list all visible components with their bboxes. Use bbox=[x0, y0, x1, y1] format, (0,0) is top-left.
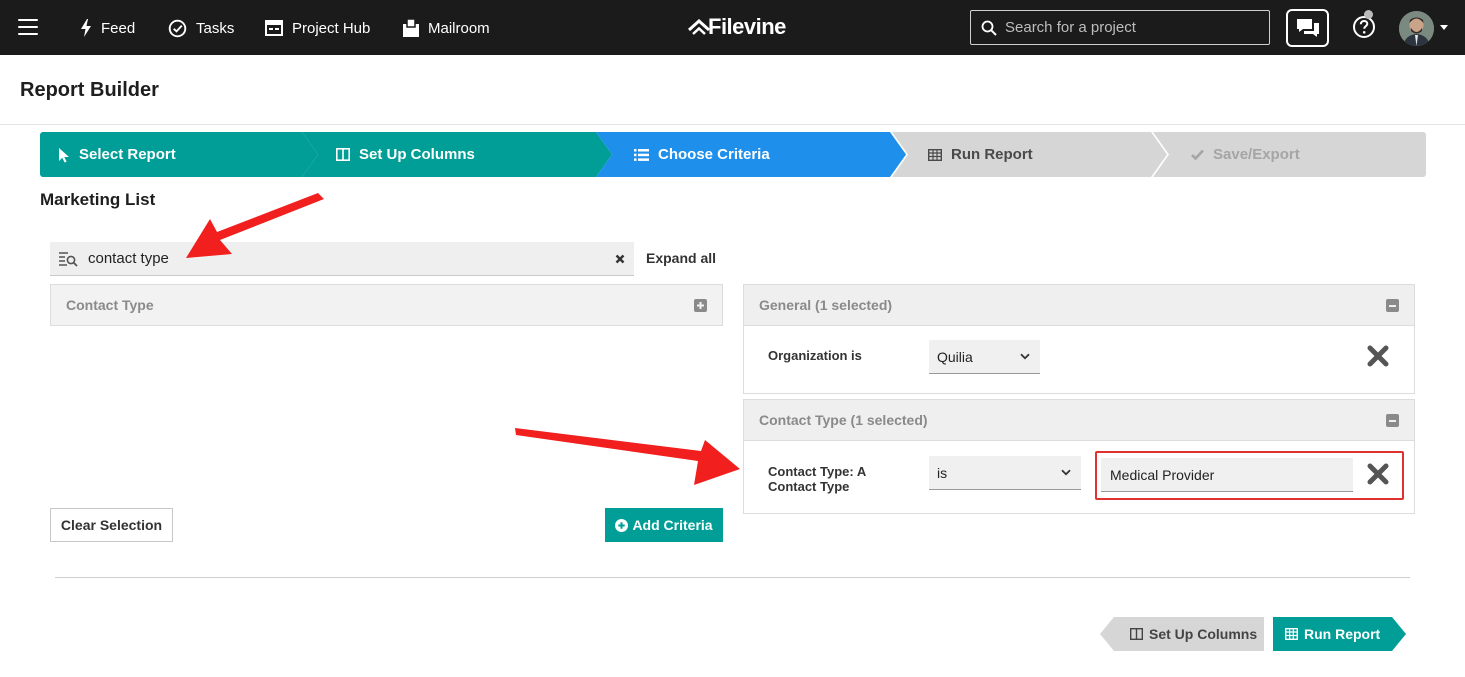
chat-button[interactable] bbox=[1286, 9, 1329, 47]
step-choose-criteria[interactable]: Choose Criteria bbox=[596, 132, 906, 177]
field-group-label: Contact Type bbox=[66, 297, 154, 313]
operator-select[interactable]: is bbox=[929, 456, 1081, 490]
table-icon bbox=[1285, 628, 1298, 640]
brand-name: Filevine bbox=[708, 14, 786, 39]
mailroom-icon bbox=[403, 19, 419, 37]
project-hub-icon bbox=[265, 20, 283, 36]
field-group-contact-type[interactable]: Contact Type bbox=[50, 284, 723, 326]
expand-all-link[interactable]: Expand all bbox=[646, 250, 716, 266]
run-report-label: Run Report bbox=[1304, 626, 1381, 642]
list-icon bbox=[634, 149, 649, 161]
chat-icon bbox=[1296, 19, 1319, 37]
menu-icon[interactable] bbox=[18, 19, 38, 35]
logo-chevron-icon bbox=[688, 19, 710, 35]
field-filter[interactable] bbox=[50, 242, 634, 276]
search-input[interactable] bbox=[1005, 19, 1269, 36]
step-label: Select Report bbox=[79, 146, 176, 163]
avatar-image bbox=[1399, 11, 1434, 46]
report-name: Marketing List bbox=[40, 190, 156, 209]
divider bbox=[0, 124, 1465, 125]
checkmark-icon bbox=[1191, 149, 1204, 160]
user-avatar[interactable] bbox=[1399, 11, 1434, 46]
page-title: Report Builder bbox=[20, 79, 159, 101]
criteria-group-header[interactable]: Contact Type (1 selected) bbox=[744, 400, 1414, 441]
criteria-row: Contact Type: A Contact Type is bbox=[744, 441, 1414, 513]
back-set-up-columns-button[interactable]: Set Up Columns bbox=[1100, 617, 1264, 651]
criteria-group-title: General (1 selected) bbox=[759, 297, 893, 313]
nav-project-hub[interactable]: Project Hub bbox=[265, 17, 370, 39]
step-label: Run Report bbox=[951, 146, 1033, 163]
columns-icon bbox=[1130, 628, 1143, 640]
help-button[interactable] bbox=[1351, 14, 1377, 40]
nav-tasks[interactable]: Tasks bbox=[168, 17, 234, 39]
nav-mailroom[interactable]: Mailroom bbox=[403, 17, 490, 39]
caret-down-icon[interactable] bbox=[1440, 25, 1448, 30]
criteria-label: Organization is bbox=[768, 348, 862, 363]
divider bbox=[55, 577, 1410, 578]
nav-project-hub-label: Project Hub bbox=[292, 19, 371, 37]
wizard-steps: Select Report Set Up Columns Choose Crit… bbox=[40, 132, 1426, 177]
step-run-report[interactable]: Run Report bbox=[892, 132, 1167, 177]
criteria-row: Organization is Quilia bbox=[744, 326, 1414, 393]
columns-icon bbox=[336, 148, 350, 161]
top-nav: Feed Tasks Project Hub Mailroom Filevine bbox=[0, 0, 1465, 55]
cursor-icon bbox=[58, 147, 70, 163]
add-criteria-button[interactable]: Add Criteria bbox=[605, 508, 723, 542]
nav-feed[interactable]: Feed bbox=[80, 17, 135, 39]
minus-square-icon[interactable] bbox=[1386, 298, 1399, 312]
criteria-value-input[interactable] bbox=[1101, 458, 1353, 492]
plus-circle-icon bbox=[615, 518, 629, 532]
add-criteria-label: Add Criteria bbox=[632, 517, 713, 533]
step-save-export: Save/Export bbox=[1153, 132, 1426, 177]
step-label: Choose Criteria bbox=[658, 146, 770, 163]
plus-square-icon[interactable] bbox=[694, 298, 707, 312]
table-icon bbox=[928, 149, 942, 161]
step-select-report[interactable]: Select Report bbox=[40, 132, 318, 177]
remove-criteria-icon[interactable] bbox=[1367, 463, 1389, 485]
criteria-group-general: General (1 selected) Organization is Qui… bbox=[743, 284, 1415, 394]
minus-square-icon[interactable] bbox=[1386, 413, 1399, 427]
lightning-icon bbox=[81, 19, 91, 37]
nav-feed-label: Feed bbox=[101, 19, 136, 37]
close-icon bbox=[615, 254, 625, 263]
clear-selection-button[interactable]: Clear Selection bbox=[50, 508, 173, 542]
criteria-group-title: Contact Type (1 selected) bbox=[759, 412, 928, 428]
nav-tasks-label: Tasks bbox=[196, 19, 235, 37]
filter-input[interactable] bbox=[88, 250, 596, 267]
back-button-label: Set Up Columns bbox=[1149, 626, 1258, 642]
clear-filter-button[interactable] bbox=[606, 242, 634, 276]
remove-criteria-icon[interactable] bbox=[1367, 345, 1389, 367]
criteria-group-contact-type: Contact Type (1 selected) Contact Type: … bbox=[743, 399, 1415, 514]
chevron-down-icon bbox=[1020, 353, 1030, 360]
step-label: Set Up Columns bbox=[359, 146, 475, 163]
help-icon bbox=[1353, 16, 1375, 38]
highlight-box bbox=[1095, 451, 1404, 500]
check-circle-icon bbox=[168, 19, 187, 37]
arrow-to-criteria bbox=[515, 428, 740, 485]
search-icon bbox=[981, 20, 997, 36]
step-set-up-columns[interactable]: Set Up Columns bbox=[302, 132, 612, 177]
criteria-label: Contact Type: A Contact Type bbox=[768, 464, 866, 494]
run-report-button[interactable]: Run Report bbox=[1273, 617, 1406, 651]
filter-search-icon bbox=[59, 251, 78, 267]
filevine-logo[interactable]: Filevine bbox=[688, 12, 786, 42]
select-value: is bbox=[937, 464, 948, 481]
select-value: Quilia bbox=[937, 348, 973, 365]
chevron-down-icon bbox=[1061, 469, 1071, 476]
nav-mailroom-label: Mailroom bbox=[428, 19, 490, 37]
criteria-group-header[interactable]: General (1 selected) bbox=[744, 285, 1414, 326]
step-label: Save/Export bbox=[1213, 146, 1300, 163]
organization-select[interactable]: Quilia bbox=[929, 340, 1040, 374]
notification-dot bbox=[1364, 10, 1373, 19]
project-search[interactable] bbox=[970, 10, 1270, 45]
